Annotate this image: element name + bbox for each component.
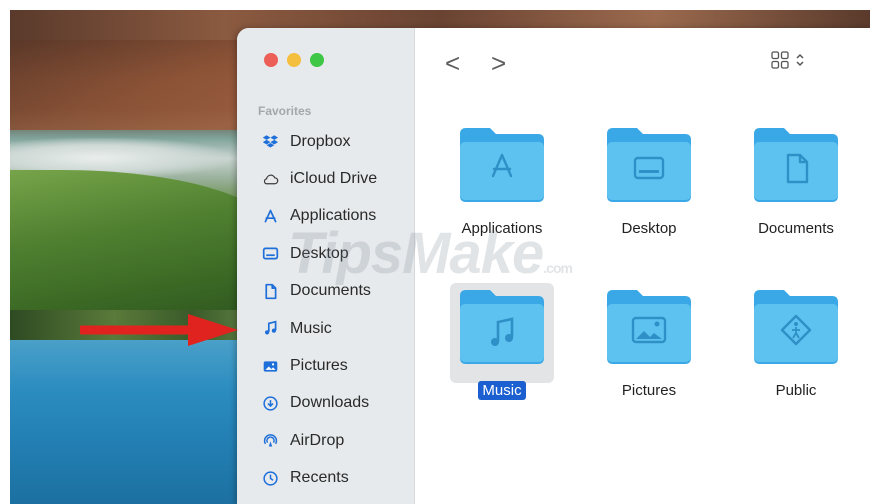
- pictures-folder-icon: [607, 290, 691, 364]
- folder-label: Music: [478, 381, 526, 400]
- folder-public[interactable]: Public: [736, 286, 856, 400]
- forward-button[interactable]: >: [491, 50, 506, 76]
- folder-label: Public: [775, 382, 817, 399]
- folder-pictures[interactable]: Pictures: [589, 286, 709, 400]
- back-button[interactable]: <: [445, 50, 460, 76]
- sidebar-item-label: Downloads: [290, 394, 370, 412]
- documents-folder-icon: [754, 128, 838, 202]
- grid-view-icon: [771, 51, 789, 69]
- clock-icon: [261, 469, 279, 487]
- zoom-button[interactable]: [310, 53, 324, 67]
- window-controls: [264, 53, 324, 67]
- chevron-up-down-icon: [796, 53, 804, 67]
- watermark-main: TipsMake: [288, 221, 544, 286]
- sidebar-item-label: Recents: [290, 469, 349, 487]
- sidebar-item-label: Music: [290, 319, 332, 337]
- sidebar-item-label: AirDrop: [290, 431, 345, 449]
- sidebar-item-music[interactable]: Music: [237, 310, 415, 347]
- close-button[interactable]: [264, 53, 278, 67]
- sea: [10, 340, 270, 504]
- picture-icon: [261, 357, 279, 375]
- airdrop-icon: [261, 432, 279, 450]
- sidebar-item-label: iCloud Drive: [290, 170, 378, 188]
- sidebar-item-label: Dropbox: [290, 132, 351, 150]
- watermark: TipsMake.com: [288, 220, 573, 287]
- red-arrow-annotation: [80, 314, 238, 346]
- download-icon: [261, 394, 279, 412]
- view-options-button[interactable]: [771, 51, 805, 69]
- sidebar-item-pictures[interactable]: Pictures: [237, 347, 415, 384]
- sidebar-item-label: Pictures: [290, 357, 348, 375]
- document-icon: [261, 282, 279, 300]
- favorites-list: Dropbox iCloud Drive Applications Deskto…: [237, 123, 415, 497]
- sidebar-item-recents[interactable]: Recents: [237, 460, 415, 497]
- folder-music[interactable]: Music: [442, 286, 562, 400]
- folder-label: Pictures: [621, 382, 677, 399]
- desktop-folder-icon: [607, 128, 691, 202]
- minimize-button[interactable]: [287, 53, 301, 67]
- folder-label: Desktop: [621, 220, 677, 237]
- watermark-suffix: .com: [543, 260, 573, 276]
- folder-desktop[interactable]: Desktop: [589, 124, 709, 238]
- sidebar-item-dropbox[interactable]: Dropbox: [237, 123, 415, 160]
- desktop-icon: [261, 245, 279, 263]
- sidebar-item-airdrop[interactable]: AirDrop: [237, 422, 415, 459]
- applications-folder-icon: [460, 128, 544, 202]
- folder-documents[interactable]: Documents: [736, 124, 856, 238]
- dropbox-icon: [261, 133, 279, 151]
- sidebar-item-downloads[interactable]: Downloads: [237, 385, 415, 422]
- applications-icon: [261, 207, 279, 225]
- folder-label: Documents: [758, 220, 834, 237]
- favorites-heading: Favorites: [258, 104, 312, 118]
- green-hill: [10, 170, 270, 320]
- cloud-icon: [261, 170, 279, 188]
- public-folder-icon: [754, 290, 838, 364]
- music-folder-icon: [460, 290, 544, 364]
- music-note-icon: [261, 320, 279, 338]
- sidebar-item-icloud-drive[interactable]: iCloud Drive: [237, 160, 415, 197]
